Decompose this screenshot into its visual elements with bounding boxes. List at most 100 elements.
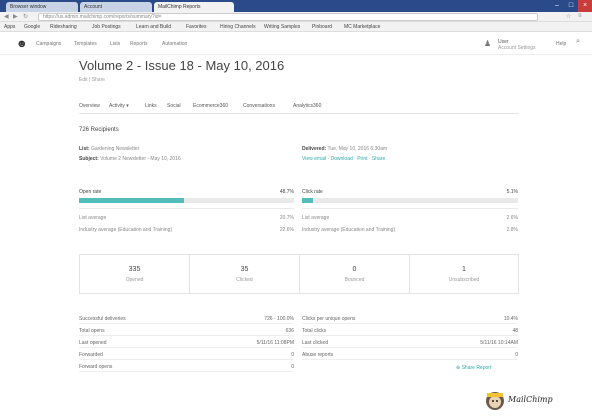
delivered-meta: Delivered: Tue, May 10, 2016 6:30am [302,146,387,152]
detail-key: Abuse reports [302,352,334,358]
detail-row: Last clicked 5/11/16 10:14AM [302,338,518,348]
browser-tab[interactable]: Browser window [6,2,78,12]
bookmark-item[interactable]: Learn and Build [136,24,171,30]
account-menu[interactable]: User Account Settings [498,39,536,51]
bookmark-item[interactable]: Hiring Channels [220,24,256,30]
click-list-average-value: 2.6% [506,215,518,221]
nav-lists[interactable]: Lists [110,41,120,47]
detail-value: 48 [512,328,518,334]
bookmark-item[interactable]: MC Marketplace [344,24,380,30]
tab-label: Account [84,4,103,10]
report-actions[interactable]: Edit | Share [79,77,105,83]
detail-key: Forward opens [79,364,113,370]
menu-icon[interactable]: ≡ [578,13,582,19]
tab-analytics[interactable]: Analytics360 [293,103,321,109]
detail-row: Total opens 636 [79,326,294,336]
bookmark-item[interactable]: Ridesharing [50,24,77,30]
open-list-average-label: List average [79,215,107,221]
page-title: Volume 2 - Issue 18 - May 10, 2016 [79,58,285,73]
clicked-label: Clicked [236,277,253,283]
back-icon[interactable]: ◀ [4,13,9,20]
tab-ecommerce[interactable]: Ecommerce360 [193,103,228,109]
detail-row: Total clicks 48 [302,326,518,336]
clicked-box[interactable]: 35 Clicked [190,255,300,293]
bookmarks-bar: Apps Google Ridesharing Job Postings Lea… [0,22,592,32]
unsubscribed-box[interactable]: 1 Unsubscribed [410,255,518,293]
chimp-logo-icon [486,392,504,410]
detail-key: Forwarded [79,352,103,358]
open-rate-bar-fill [79,198,184,203]
detail-row: Forward opens 0 [79,362,294,372]
divider [79,208,294,209]
tab-social[interactable]: Social [167,103,181,109]
reload-icon[interactable]: ↻ [23,13,28,20]
tab-label: MailChimp Reports [158,4,201,10]
tab-links[interactable]: Links [145,103,157,109]
share-report-link[interactable]: ⊕ Share Report [456,365,491,371]
nav-automation[interactable]: Automation [162,41,187,47]
nav-campaigns[interactable]: Campaigns [36,41,61,47]
opened-box[interactable]: 335 Opened [80,255,190,293]
search-icon[interactable]: ⌕ [576,38,580,46]
detail-key: Total clicks [302,328,327,334]
bounced-label: Bounced [344,277,365,283]
bookmark-item[interactable]: Job Postings [92,24,121,30]
bookmark-item[interactable]: Writing Samples [264,24,300,30]
detail-key: Successful deliveries [79,316,126,322]
click-list-average-label: List average [302,215,330,221]
list-meta: List: Gardening Newsletter [79,146,139,152]
bookmark-item[interactable]: Apps [4,24,15,30]
mailchimp-wordmark: MailChimp [508,395,553,404]
browser-tab-active[interactable]: MailChimp Reports [154,2,234,12]
browser-tab-strip: Browser window Account MailChimp Reports… [0,0,592,12]
click-industry-average-value: 2.8% [506,227,518,233]
detail-value: 10.4% [503,316,518,322]
subject-value: Volume 2 Newsletter - May 10, 2016 [100,156,181,162]
minimize-icon[interactable]: – [550,0,564,12]
detail-key: Last opened [79,340,107,346]
open-rate-bar [79,198,294,203]
detail-row: Successful deliveries 726 · 100.0% [79,314,294,324]
click-rate-bar [302,198,518,203]
bounced-box[interactable]: 0 Bounced [300,255,410,293]
tab-activity[interactable]: Activity ▾ [109,103,129,109]
tab-overview[interactable]: Overview [79,103,100,109]
close-icon[interactable]: × [578,0,592,12]
maximize-icon[interactable]: □ [564,0,578,12]
opened-count: 335 [128,266,141,273]
bookmark-item[interactable]: Google [24,24,40,30]
tab-conversations[interactable]: Conversations [243,103,275,109]
opened-label: Opened [125,277,144,283]
list-label: List: [79,146,90,152]
share-icon: ⊕ [456,365,461,371]
app-header: ☻ Campaigns Templates Lists Reports Auto… [0,33,592,55]
unsubscribed-count: 1 [462,266,466,273]
detail-value: 5/11/16 11:08PM [256,340,294,346]
open-industry-average-value: 22.6% [279,227,294,233]
browser-tab[interactable]: Account [80,2,152,12]
open-rate-value: 48.7% [279,189,294,195]
star-icon[interactable]: ☆ [566,13,571,20]
open-rate-label: Open rate [79,189,102,195]
help-link[interactable]: Help [556,41,566,47]
forward-icon[interactable]: ▶ [13,13,18,20]
mailchimp-watermark: MailChimp [484,390,580,414]
mailchimp-logo-icon[interactable]: ☻ [16,38,28,50]
bookmark-item[interactable]: Favorites [186,24,207,30]
divider [302,208,518,209]
click-rate-label: Click rate [302,189,323,195]
nav-reports[interactable]: Reports [130,41,148,47]
subject-label: Subject: [79,156,99,162]
detail-row: Last opened 5/11/16 11:08PM [79,338,294,348]
email-actions-link[interactable]: View email · Download · Print · Share [302,156,385,162]
nav-templates[interactable]: Templates [74,41,97,47]
click-rate-bar-fill [302,198,314,203]
delivered-value: Tue, May 10, 2016 6:30am [327,146,388,152]
summary-boxes: 335 Opened 35 Clicked 0 Bounced 1 Unsubs… [79,254,519,294]
tab-divider [79,113,519,114]
bookmark-item[interactable]: Pinboard [312,24,332,30]
url-input[interactable]: https://us.admin.mailchimp.com/reports/s… [38,13,538,21]
recipients-count: 726 Recipients [79,127,119,133]
detail-key: Last clicked [302,340,329,346]
user-avatar-icon[interactable]: ♟ [484,39,491,48]
